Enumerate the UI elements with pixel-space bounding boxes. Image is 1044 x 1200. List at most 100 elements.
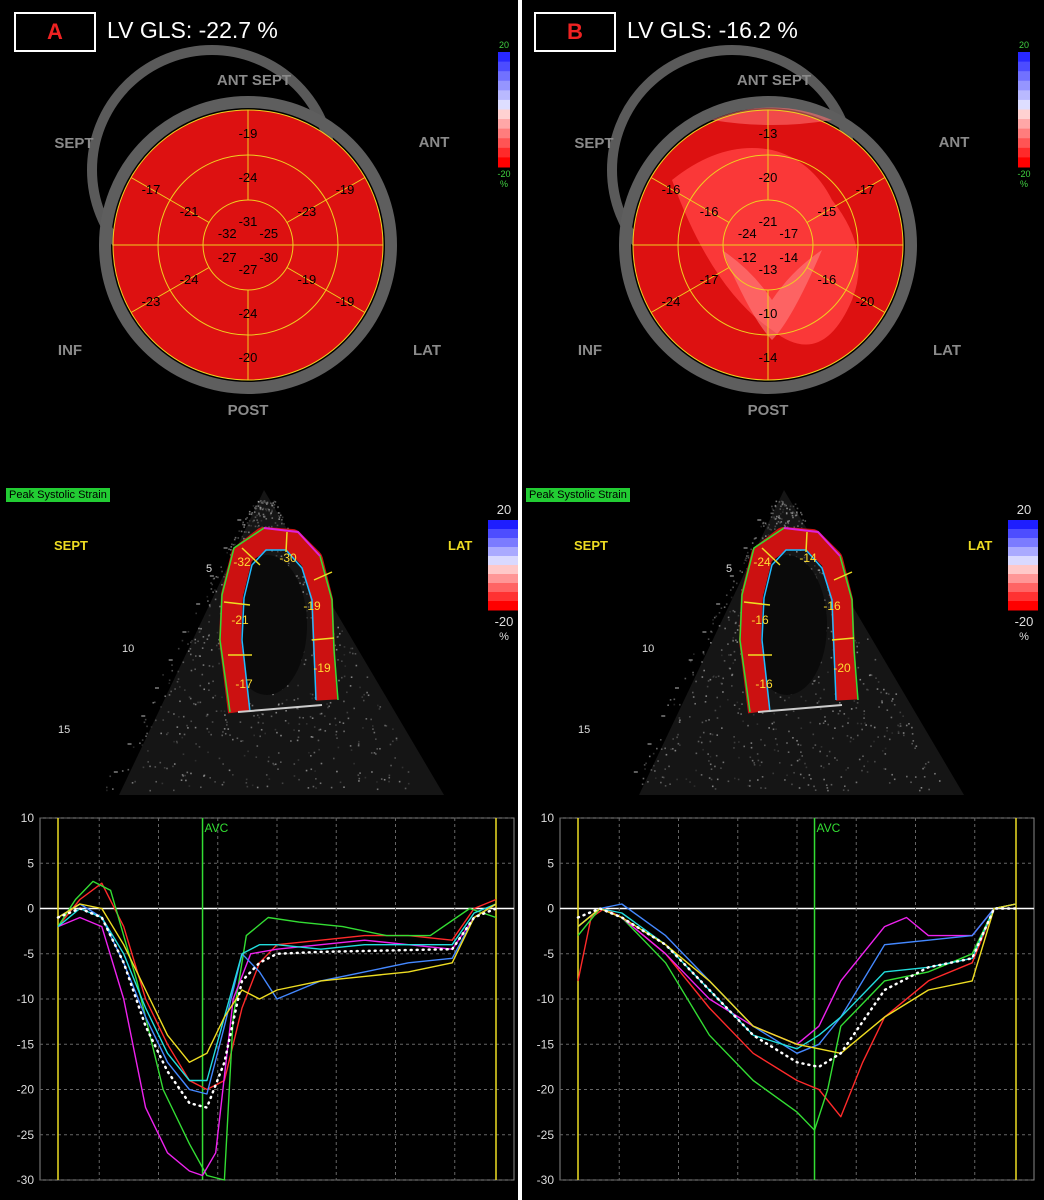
echo-speckle bbox=[221, 783, 224, 786]
echo-speckle bbox=[283, 523, 285, 525]
echo-speckle bbox=[159, 761, 162, 764]
echo-speckle bbox=[354, 652, 357, 655]
echo-speckle bbox=[924, 763, 927, 765]
echo-speckle bbox=[225, 724, 228, 726]
echo-speckle bbox=[324, 715, 326, 717]
echo-speckle bbox=[254, 516, 257, 519]
echo-speckle bbox=[198, 631, 201, 633]
echo-speckle bbox=[109, 775, 112, 778]
echo-speckle bbox=[357, 743, 360, 745]
echo-speckle bbox=[214, 598, 217, 601]
echo-speckle bbox=[172, 765, 174, 768]
echo-speckle bbox=[337, 635, 339, 638]
echo-speckle bbox=[275, 554, 278, 557]
echo-speckle bbox=[278, 516, 281, 519]
curve-y-tick: -5 bbox=[543, 947, 554, 961]
echo-speckle bbox=[273, 506, 275, 509]
scale-max-label: 20 bbox=[1019, 40, 1029, 50]
echo-speckle bbox=[202, 636, 205, 638]
echo-speckle bbox=[257, 505, 260, 507]
echo-lat-label: LAT bbox=[968, 538, 992, 553]
echo-speckle bbox=[223, 576, 225, 578]
echo-speckle bbox=[293, 699, 296, 701]
echo-speckle bbox=[810, 777, 812, 780]
echo-speckle bbox=[327, 706, 329, 709]
echo-speckle bbox=[262, 507, 265, 510]
echo-speckle bbox=[302, 583, 305, 586]
echo-speckle bbox=[233, 538, 236, 541]
echo-speckle bbox=[827, 789, 829, 792]
echo-speckle bbox=[747, 555, 750, 557]
echo-speckle bbox=[366, 676, 369, 679]
echo-speckle bbox=[743, 562, 746, 565]
echo-scale-step bbox=[488, 556, 518, 566]
echo-speckle bbox=[819, 750, 821, 753]
segment-value-apical: -14 bbox=[779, 250, 798, 265]
curve-y-tick: 0 bbox=[547, 902, 554, 916]
echo-speckle bbox=[265, 518, 268, 520]
echo-speckle bbox=[257, 521, 259, 524]
echo-speckle bbox=[168, 694, 171, 696]
echo-speckle bbox=[856, 651, 859, 654]
echo-speckle bbox=[256, 519, 258, 521]
echo-speckle bbox=[883, 688, 885, 691]
echo-speckle bbox=[782, 508, 785, 511]
echo-speckle bbox=[737, 614, 740, 617]
echo-speckle bbox=[714, 765, 716, 768]
echo-speckle bbox=[725, 603, 728, 605]
echo-speckle bbox=[797, 743, 800, 746]
echo-speckle bbox=[147, 750, 149, 752]
echo-speckle bbox=[163, 766, 166, 769]
echo-speckle bbox=[734, 659, 736, 661]
echo-speckle bbox=[238, 530, 241, 532]
echo-speckle bbox=[272, 502, 275, 504]
echo-speckle bbox=[223, 710, 226, 713]
echo-speckle bbox=[673, 703, 676, 706]
figure: A LV GLS: -22.7 % -19 -19 -19 -20 -23 -17 -24 -23… bbox=[0, 0, 1044, 1200]
echo-speckle bbox=[338, 679, 340, 682]
echo-speckle bbox=[302, 716, 304, 719]
echo-speckle bbox=[346, 691, 348, 694]
echo-speckle bbox=[801, 513, 803, 516]
echo-segment-value: -16 bbox=[751, 613, 769, 627]
echo-speckle bbox=[194, 642, 197, 644]
echo-speckle bbox=[721, 654, 723, 657]
echo-speckle bbox=[284, 719, 287, 722]
echo-speckle bbox=[745, 557, 747, 560]
echo-speckle bbox=[260, 713, 263, 715]
echo-speckle bbox=[276, 731, 278, 734]
echo-speckle bbox=[401, 766, 404, 769]
echo-speckle bbox=[886, 726, 888, 729]
echo-speckle bbox=[343, 646, 346, 648]
echo-speckle bbox=[231, 543, 233, 546]
echo-speckle bbox=[309, 693, 312, 695]
echo-speckle bbox=[207, 634, 210, 637]
curve-y-tick: -30 bbox=[17, 1173, 35, 1187]
echo-speckle bbox=[370, 718, 372, 721]
echo-speckle bbox=[747, 784, 750, 787]
segment-value-mid: -19 bbox=[297, 272, 316, 287]
echo-speckle bbox=[218, 757, 221, 760]
echo-speckle bbox=[642, 777, 645, 780]
echo-speckle bbox=[194, 726, 197, 729]
echo-speckle bbox=[672, 748, 674, 750]
echo-speckle bbox=[358, 777, 361, 780]
echo-speckle bbox=[298, 729, 300, 732]
echo-speckle bbox=[659, 738, 662, 741]
echo-speckle bbox=[729, 589, 732, 591]
echo-speckle bbox=[841, 725, 844, 728]
echo-speckle bbox=[722, 691, 724, 693]
segment-value-basal: -23 bbox=[142, 294, 161, 309]
echo-speckle bbox=[771, 505, 773, 508]
echo-speckle bbox=[142, 766, 145, 769]
echo-segment-value: -16 bbox=[755, 677, 773, 691]
echo-speckle bbox=[385, 725, 388, 727]
echo-speckle bbox=[673, 698, 676, 701]
echo-speckle bbox=[742, 691, 744, 694]
wall-label-sept: SEPT bbox=[574, 135, 613, 152]
echo-speckle bbox=[720, 767, 722, 769]
echo-speckle bbox=[226, 721, 228, 724]
echo-scale-step bbox=[488, 547, 518, 557]
scale-max-label: 20 bbox=[499, 40, 509, 50]
echo-speckle bbox=[910, 781, 912, 784]
